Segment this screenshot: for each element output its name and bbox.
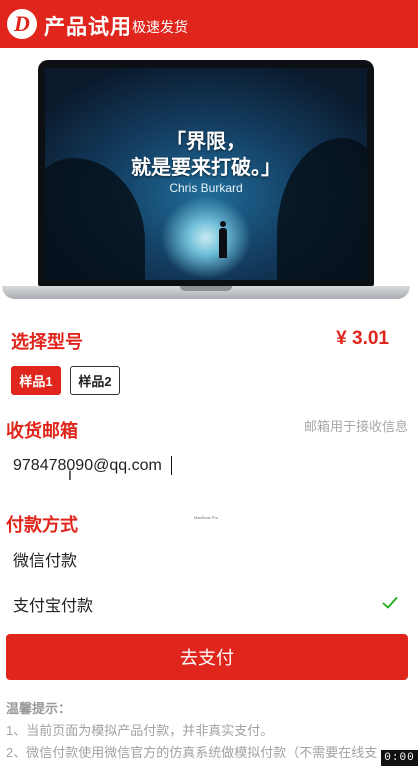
brand-logo-icon: D: [7, 9, 37, 39]
laptop-notch: [180, 286, 232, 291]
pay-button[interactable]: 去支付: [6, 634, 408, 680]
payment-option-label: 微信付款: [13, 553, 78, 570]
payment-option-alipay[interactable]: 支付宝付款: [0, 584, 418, 624]
payment-section-title: 付款方式: [6, 515, 78, 535]
page-subtitle: 极速发货: [132, 19, 188, 35]
explorer-figure: [219, 221, 227, 258]
screen-quote-line2: 就是要来打破。」: [131, 157, 281, 179]
tip-line-1: 1、当前页面为模拟产品付款，并非真实支付。: [6, 723, 274, 738]
sample-1-button[interactable]: 样品1: [11, 366, 61, 395]
product-price: ¥ 3.01: [336, 328, 389, 349]
payment-option-label: 支付宝付款: [13, 598, 94, 615]
screen-quote-line1: 「界限，: [166, 131, 246, 153]
tips-title: 温馨提示：: [6, 701, 72, 716]
page-title: 产品试用: [44, 16, 132, 39]
screen-author: Chris Burkard: [169, 181, 243, 195]
model-section-title: 选择型号: [11, 332, 83, 352]
laptop-screen: 「界限， 就是要来打破。」 Chris Burkard: [45, 68, 367, 280]
tip-line-2: 2、微信付款使用微信官方的仿真系统做模拟付款（不需要在线支: [6, 745, 378, 760]
laptop-lid: 「界限， 就是要来打破。」 Chris Burkard: [38, 60, 374, 286]
payment-option-wechat[interactable]: 微信付款: [0, 539, 418, 579]
logo-letter: D: [13, 11, 30, 36]
email-field[interactable]: [6, 449, 410, 483]
sample-2-button[interactable]: 样品2: [70, 366, 120, 395]
recording-timer: 0:00: [381, 750, 418, 766]
product-image: 「界限， 就是要来打破。」 Chris Burkard MacBook Pro: [0, 48, 418, 520]
email-section-title: 收货邮箱: [6, 421, 78, 441]
email-hint: 邮箱用于接收信息: [303, 419, 408, 434]
check-icon: [382, 597, 398, 609]
text-caret: [171, 456, 172, 475]
ibeam-cursor-icon: I: [68, 467, 72, 483]
app-header: D 产品试用 极速发货: [0, 0, 418, 48]
